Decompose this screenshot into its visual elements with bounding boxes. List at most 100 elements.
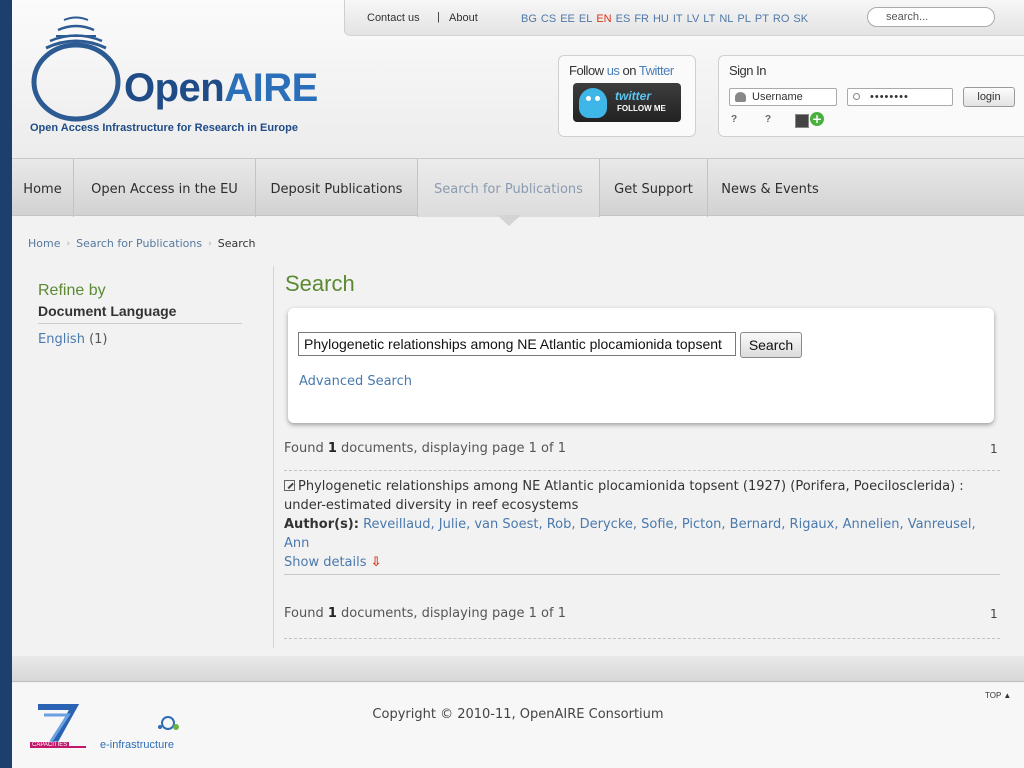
page-title: Search [285, 271, 355, 296]
sign-in-title: Sign In [729, 63, 766, 78]
forgot-username-icon[interactable]: ? [731, 114, 737, 125]
sidebar-divider [273, 266, 274, 648]
results-divider-top [284, 470, 1000, 471]
language-link-en[interactable]: EN [596, 13, 611, 25]
language-link-hu[interactable]: HU [653, 13, 669, 25]
found-count: 1 [327, 441, 337, 456]
twitter-title-twitter: Twitter [638, 63, 674, 78]
key-icon [853, 93, 860, 100]
twitter-title-us: us [606, 63, 620, 78]
breadcrumb-separator-2: › [208, 238, 212, 249]
refine-sidebar: Refine by Document Language English (1) [38, 282, 242, 347]
twitter-title-follow: Follow [569, 63, 607, 78]
result-title-line[interactable]: Phylogenetic relationships among NE Atla… [284, 477, 1000, 515]
logo-aire-text: AIRE [224, 66, 318, 110]
language-link-ro[interactable]: RO [773, 13, 790, 25]
search-button[interactable]: Search [740, 332, 802, 358]
language-selector: BG CS EE EL EN ES FR HU IT LV LT NL PL PT RO SK [521, 13, 808, 25]
footer: TOP ▲ Copyright © 2010-11, OpenAIRE Cons… [12, 683, 1024, 768]
language-link-cs[interactable]: CS [541, 13, 556, 25]
twitter-follow-button[interactable]: twitter FOLLOW ME [573, 83, 681, 122]
language-link-lv[interactable]: LV [687, 13, 700, 25]
result-authors-line: Author(s): Reveillaud, Julie, van Soest,… [284, 515, 1000, 553]
result-title[interactable]: Phylogenetic relationships among NE Atla… [284, 479, 964, 513]
facet-english-count: (1) [89, 332, 108, 347]
facet-group-title: Document Language [38, 303, 242, 324]
contact-us-link[interactable]: Contact us [367, 12, 420, 24]
language-link-it[interactable]: IT [673, 13, 683, 25]
openaire-logo-icon[interactable] [26, 8, 126, 123]
show-details-line: Show details ⇩ [284, 553, 1000, 572]
language-link-nl[interactable]: NL [719, 13, 733, 25]
main-navigation: Home Open Access in the EU Deposit Publi… [12, 158, 1024, 217]
openaire-wordmark[interactable]: OpenAIRE [124, 66, 318, 111]
username-placeholder: Username [752, 91, 803, 103]
query-input[interactable]: Phylogenetic relationships among NE Atla… [298, 332, 736, 356]
twitter-title-on: on [619, 63, 639, 78]
twitter-follow-box: Follow us on Twitter twitter FOLLOW ME [558, 55, 696, 137]
password-field[interactable]: •••••••• [847, 88, 953, 106]
page: OpenAIRE Open Access Infrastructure for … [12, 0, 1024, 768]
language-link-lt[interactable]: LT [703, 13, 715, 25]
language-link-pt[interactable]: PT [755, 13, 769, 25]
result-authors-label: Author(s): [284, 517, 359, 532]
facet-english[interactable]: English (1) [38, 332, 242, 347]
twitter-box-title: Follow us on Twitter [569, 63, 674, 78]
topbar-separator: | [437, 11, 440, 23]
nav-search-publications[interactable]: Search for Publications [418, 159, 600, 217]
login-button[interactable]: login [963, 87, 1015, 107]
pagination-page-1-bottom[interactable]: 1 [990, 607, 998, 621]
language-link-ee[interactable]: EE [560, 13, 575, 25]
results-divider-bottom [284, 638, 1000, 639]
breadcrumb-current: Search [217, 237, 256, 250]
password-value: •••••••• [870, 91, 909, 103]
advanced-search-link[interactable]: Advanced Search [299, 374, 412, 389]
show-details-link[interactable]: Show details [284, 555, 367, 570]
nav-get-support[interactable]: Get Support [600, 159, 708, 217]
breadcrumb: Home › Search for Publications › Search [28, 237, 256, 250]
e-infrastructure-logo-icon[interactable] [100, 713, 200, 737]
twitter-bird-icon [579, 88, 607, 118]
site-tagline: Open Access Infrastructure for Research … [30, 122, 298, 134]
username-field[interactable]: Username [729, 88, 837, 106]
found-count-bottom: 1 [327, 606, 337, 621]
result-divider [284, 574, 1000, 575]
search-panel: Phylogenetic relationships among NE Atla… [288, 308, 994, 423]
forgot-password-icon[interactable]: ? [765, 114, 771, 125]
back-to-top-link[interactable]: TOP ▲ [985, 691, 1011, 700]
results-summary-bottom: Found 1 documents, displaying page 1 of … [284, 606, 566, 621]
nav-deposit-publications[interactable]: Deposit Publications [256, 159, 418, 217]
refine-title: Refine by [38, 282, 106, 299]
nav-news-events[interactable]: News & Events [708, 159, 832, 217]
results-summary-top: Found 1 documents, displaying page 1 of … [284, 441, 566, 456]
twitter-button-follow: FOLLOW ME [617, 104, 666, 113]
site-search-input[interactable]: search... [867, 7, 995, 27]
language-link-sk[interactable]: SK [793, 13, 808, 25]
found-suffix: documents, displaying page 1 of 1 [336, 441, 566, 456]
pagination-page-1-top[interactable]: 1 [990, 442, 998, 456]
nav-open-access-eu[interactable]: Open Access in the EU [74, 159, 256, 217]
language-link-pl[interactable]: PL [737, 13, 750, 25]
result-item: Phylogenetic relationships among NE Atla… [284, 477, 1000, 572]
breadcrumb-home[interactable]: Home [28, 237, 60, 250]
language-link-fr[interactable]: FR [634, 13, 649, 25]
nav-current-pointer [497, 215, 521, 226]
result-authors[interactable]: Reveillaud, Julie, van Soest, Rob, Deryc… [284, 517, 976, 551]
facet-english-label: English [38, 332, 85, 347]
language-link-bg[interactable]: BG [521, 13, 537, 25]
external-link-icon [284, 480, 295, 491]
breadcrumb-separator-1: › [66, 238, 71, 249]
twitter-button-word: twitter [615, 89, 651, 103]
nav-home[interactable]: Home [12, 159, 74, 217]
found-suffix-bottom: documents, displaying page 1 of 1 [336, 606, 566, 621]
breadcrumb-search-publications[interactable]: Search for Publications [76, 237, 202, 250]
found-prefix-bottom: Found [284, 606, 328, 621]
language-link-es[interactable]: ES [616, 13, 631, 25]
arrow-down-icon[interactable]: ⇩ [371, 555, 382, 570]
footer-band [12, 656, 1024, 682]
found-prefix: Found [284, 441, 328, 456]
about-link[interactable]: About [449, 12, 478, 24]
sign-in-box: Sign In Username •••••••• login ? ? [718, 55, 1024, 137]
register-user-icon[interactable] [795, 112, 824, 128]
language-link-el[interactable]: EL [579, 13, 592, 25]
